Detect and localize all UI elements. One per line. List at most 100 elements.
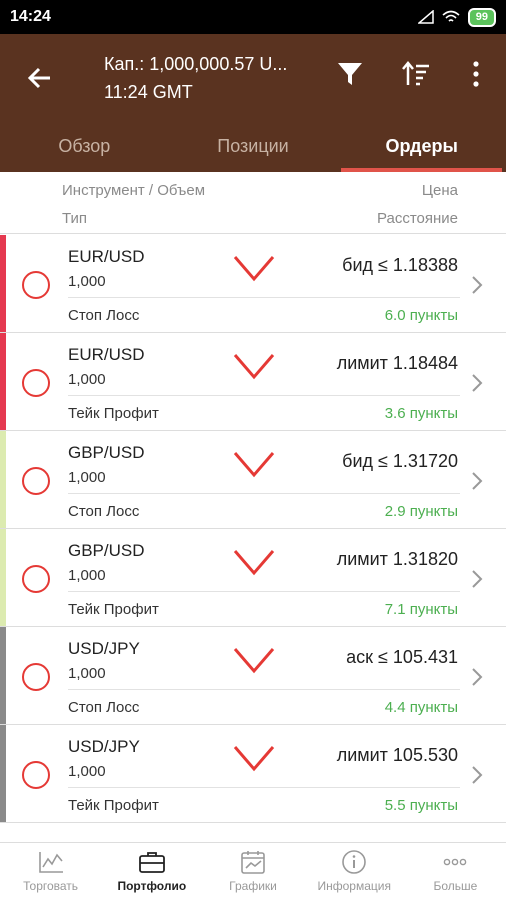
nav-portfolio[interactable]: Портфолио [101,843,202,900]
nav-charts-label: Графики [229,879,277,893]
signal-icon [417,10,434,24]
sell-direction-icon [233,648,275,674]
more-vert-icon [473,61,479,87]
order-distance: 2.9 пункты [384,503,458,520]
order-type: Стоп Лосс [68,503,140,520]
row-divider [68,493,460,494]
order-type: Стоп Лосс [68,699,140,716]
order-price: лимит 105.530 [336,745,458,765]
cancel-order-icon[interactable] [22,271,50,299]
more-horiz-icon [444,858,467,866]
chevron-right-icon [472,570,483,588]
more-button[interactable] [458,56,494,92]
order-row[interactable]: USD/JPY 1,000 Тейк Профит лимит 105.530 … [0,725,506,823]
order-stripe [0,529,6,626]
order-volume: 1,000 [68,273,106,290]
row-divider [68,787,460,788]
chevron-right-icon [472,472,483,490]
filter-icon [338,63,362,85]
column-distance: Расстояние [376,210,458,227]
nav-charts[interactable]: Графики [202,843,303,900]
order-volume: 1,000 [68,665,106,682]
capital-label: Кап.: 1,000,000.57 U... [104,54,288,74]
order-instrument: GBP/USD [68,443,145,462]
nav-info-label: Информация [317,879,391,893]
battery-icon: 99 [467,7,496,27]
order-type: Тейк Профит [68,601,159,618]
app-bar: Кап.: 1,000,000.57 U... 11:24 GMT Обзор … [0,34,506,172]
cancel-order-icon[interactable] [22,663,50,691]
tab-bar: Обзор Позиции Ордеры [0,126,506,172]
column-header: Инструмент / Объем Тип Цена Расстояние [0,172,506,234]
order-stripe [0,725,6,822]
sell-direction-icon [233,256,275,282]
order-stripe [0,235,6,332]
order-distance: 7.1 пункты [384,601,458,618]
order-distance: 5.5 пункты [384,797,458,814]
sell-direction-icon [233,550,275,576]
nav-more[interactable]: Больше [405,843,506,900]
header-title: Кап.: 1,000,000.57 U... 11:24 GMT [104,50,304,106]
nav-trade-label: Торговать [23,879,79,893]
calendar-chart-icon [241,851,265,874]
row-divider [68,689,460,690]
order-row[interactable]: GBP/USD 1,000 Тейк Профит лимит 1.31820 … [0,529,506,627]
chart-icon [38,852,63,873]
sort-icon [402,61,429,86]
order-type: Стоп Лосс [68,307,140,324]
order-row[interactable]: GBP/USD 1,000 Стоп Лосс бид ≤ 1.31720 2.… [0,431,506,529]
filter-button[interactable] [332,56,368,92]
order-price: бид ≤ 1.18388 [342,255,458,275]
tab-overview[interactable]: Обзор [0,126,169,172]
order-volume: 1,000 [68,567,106,584]
column-type: Тип [62,210,88,227]
order-row[interactable]: USD/JPY 1,000 Стоп Лосс аск ≤ 105.431 4.… [0,627,506,725]
nav-trade[interactable]: Торговать [0,843,101,900]
order-instrument: EUR/USD [68,345,145,364]
order-row[interactable]: EUR/USD 1,000 Стоп Лосс бид ≤ 1.18388 6.… [0,235,506,333]
order-stripe [0,431,6,528]
order-price: лимит 1.18484 [336,353,458,373]
row-divider [68,297,460,298]
order-price: бид ≤ 1.31720 [342,451,458,471]
order-volume: 1,000 [68,371,106,388]
tab-orders[interactable]: Ордеры [337,126,506,172]
row-divider [68,591,460,592]
order-instrument: GBP/USD [68,541,145,560]
order-distance: 4.4 пункты [384,699,458,716]
order-stripe [0,627,6,724]
sort-button[interactable] [398,56,434,92]
arrow-left-icon[interactable] [22,60,58,96]
sell-direction-icon [233,746,275,772]
chevron-right-icon [472,668,483,686]
order-row[interactable]: EUR/USD 1,000 Тейк Профит лимит 1.18484 … [0,333,506,431]
chevron-right-icon [472,276,483,294]
order-distance: 3.6 пункты [384,405,458,422]
briefcase-icon [138,852,165,873]
chevron-right-icon [472,766,483,784]
order-volume: 1,000 [68,469,106,486]
order-volume: 1,000 [68,763,106,780]
order-instrument: USD/JPY [68,737,140,756]
tab-positions[interactable]: Позиции [169,126,338,172]
cancel-order-icon[interactable] [22,565,50,593]
sell-direction-icon [233,452,275,478]
status-bar: 14:24 99 [0,0,506,34]
cancel-order-icon[interactable] [22,369,50,397]
order-price: лимит 1.31820 [336,549,458,569]
column-price: Цена [421,182,458,199]
bottom-nav: Торговать Портфолио Графики Информация Б… [0,842,506,900]
nav-portfolio-label: Портфолио [117,879,187,893]
wifi-icon [442,10,460,22]
order-instrument: EUR/USD [68,247,145,266]
server-time: 11:24 GMT [104,82,193,102]
order-stripe [0,333,6,430]
orders-list: EUR/USD 1,000 Стоп Лосс бид ≤ 1.18388 6.… [0,235,506,823]
nav-more-label: Больше [433,879,478,893]
nav-info[interactable]: Информация [304,843,405,900]
order-type: Тейк Профит [68,405,159,422]
cancel-order-icon[interactable] [22,761,50,789]
column-instrument-volume: Инструмент / Объем [62,182,206,199]
cancel-order-icon[interactable] [22,467,50,495]
order-instrument: USD/JPY [68,639,140,658]
